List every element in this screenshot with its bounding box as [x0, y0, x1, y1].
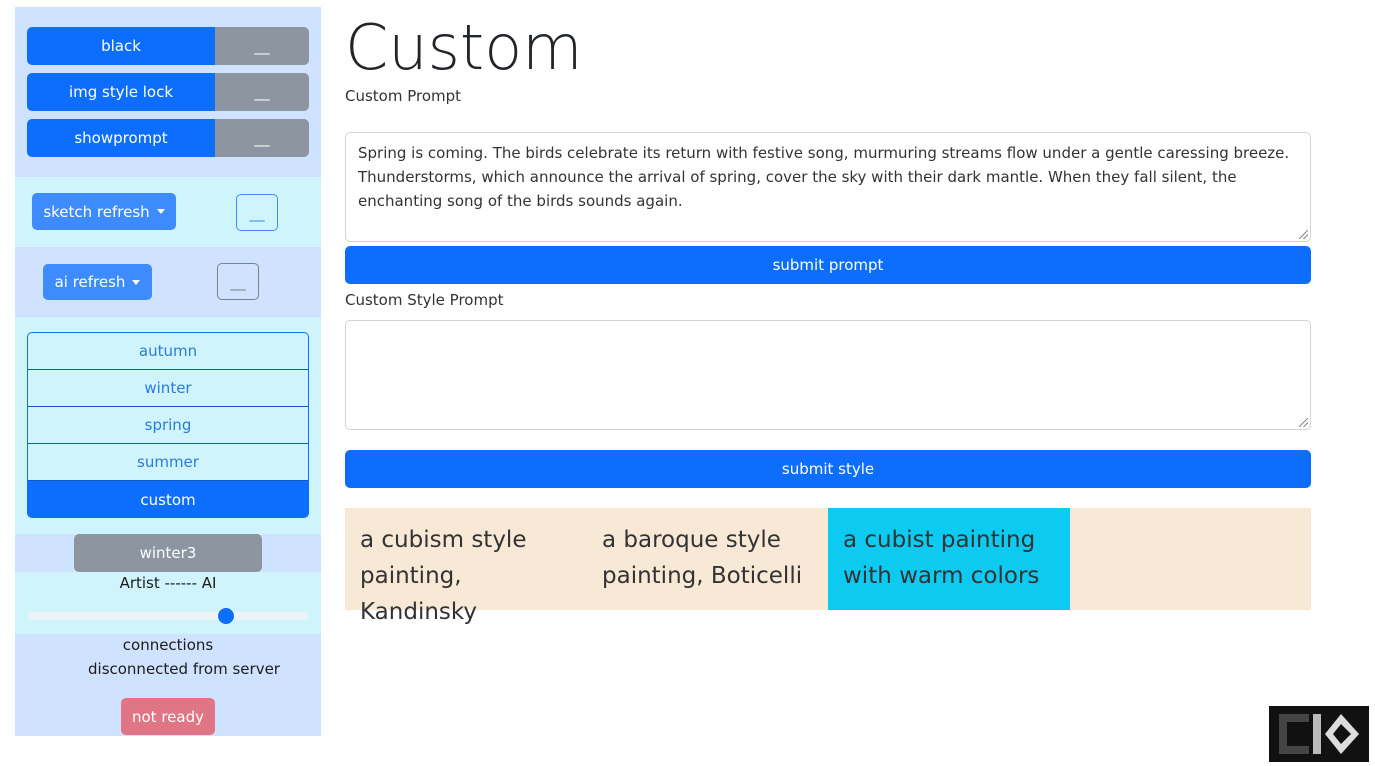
style-card[interactable]: a cubism style painting, Kandinsky	[345, 508, 587, 625]
custom-prompt-label: Custom Prompt	[345, 87, 462, 105]
page-title: Custom	[345, 11, 583, 84]
black-toggle-button[interactable]: __	[215, 27, 309, 65]
caret-down-icon	[132, 279, 141, 285]
season-list: autumn winter spring summer custom	[27, 332, 309, 518]
season-item-spring[interactable]: spring	[28, 407, 308, 444]
submit-prompt-button[interactable]: submit prompt	[345, 246, 1311, 284]
custom-prompt-text: Spring is coming. The birds celebrate it…	[358, 144, 1290, 210]
sidebar: black __ img style lock __ showprompt __…	[15, 7, 321, 736]
img-style-lock-button[interactable]: img style lock	[27, 73, 215, 111]
slider-label: Artist ------ AI	[119, 574, 217, 592]
sketch-refresh-toggle-button[interactable]: __	[236, 194, 278, 231]
caret-down-icon	[156, 209, 165, 214]
brand-logo-icon	[1279, 714, 1359, 754]
style-card[interactable]	[1070, 508, 1312, 610]
preset-button[interactable]: winter3	[74, 534, 262, 572]
ai-refresh-dropdown[interactable]: ai refresh	[43, 264, 152, 300]
style-card[interactable]: a baroque style painting, Boticelli	[587, 508, 829, 610]
sketch-refresh-dropdown[interactable]: sketch refresh	[32, 193, 176, 230]
artist-ai-slider[interactable]	[28, 608, 308, 624]
resize-grip-icon[interactable]	[1299, 230, 1308, 239]
season-item-autumn[interactable]: autumn	[28, 333, 308, 370]
sketch-refresh-label: sketch refresh	[43, 202, 150, 221]
season-item-custom[interactable]: custom	[28, 481, 308, 517]
ai-refresh-label: ai refresh	[54, 273, 126, 291]
custom-style-textarea[interactable]	[345, 320, 1311, 430]
showprompt-button[interactable]: showprompt	[27, 119, 215, 157]
black-button[interactable]: black	[27, 27, 215, 65]
style-card-list: a cubism style painting, Kandinsky a bar…	[345, 508, 1312, 625]
custom-style-label: Custom Style Prompt	[345, 291, 504, 309]
season-item-summer[interactable]: summer	[28, 444, 308, 481]
logo	[1269, 706, 1369, 762]
showprompt-toggle-button[interactable]: __	[215, 119, 309, 157]
ai-refresh-toggle-button[interactable]: __	[217, 263, 259, 300]
custom-prompt-textarea[interactable]: Spring is coming. The birds celebrate it…	[345, 132, 1311, 242]
submit-style-button[interactable]: submit style	[345, 450, 1311, 488]
resize-grip-icon[interactable]	[1299, 418, 1308, 427]
connections-label: connections	[122, 636, 214, 654]
connection-status: disconnected from server	[88, 660, 280, 678]
season-item-winter[interactable]: winter	[28, 370, 308, 407]
img-style-lock-toggle-button[interactable]: __	[215, 73, 309, 111]
ready-status-button[interactable]: not ready	[121, 698, 215, 735]
slider-thumb[interactable]	[218, 608, 235, 624]
style-card[interactable]: a cubist painting with warm colors	[828, 508, 1070, 610]
